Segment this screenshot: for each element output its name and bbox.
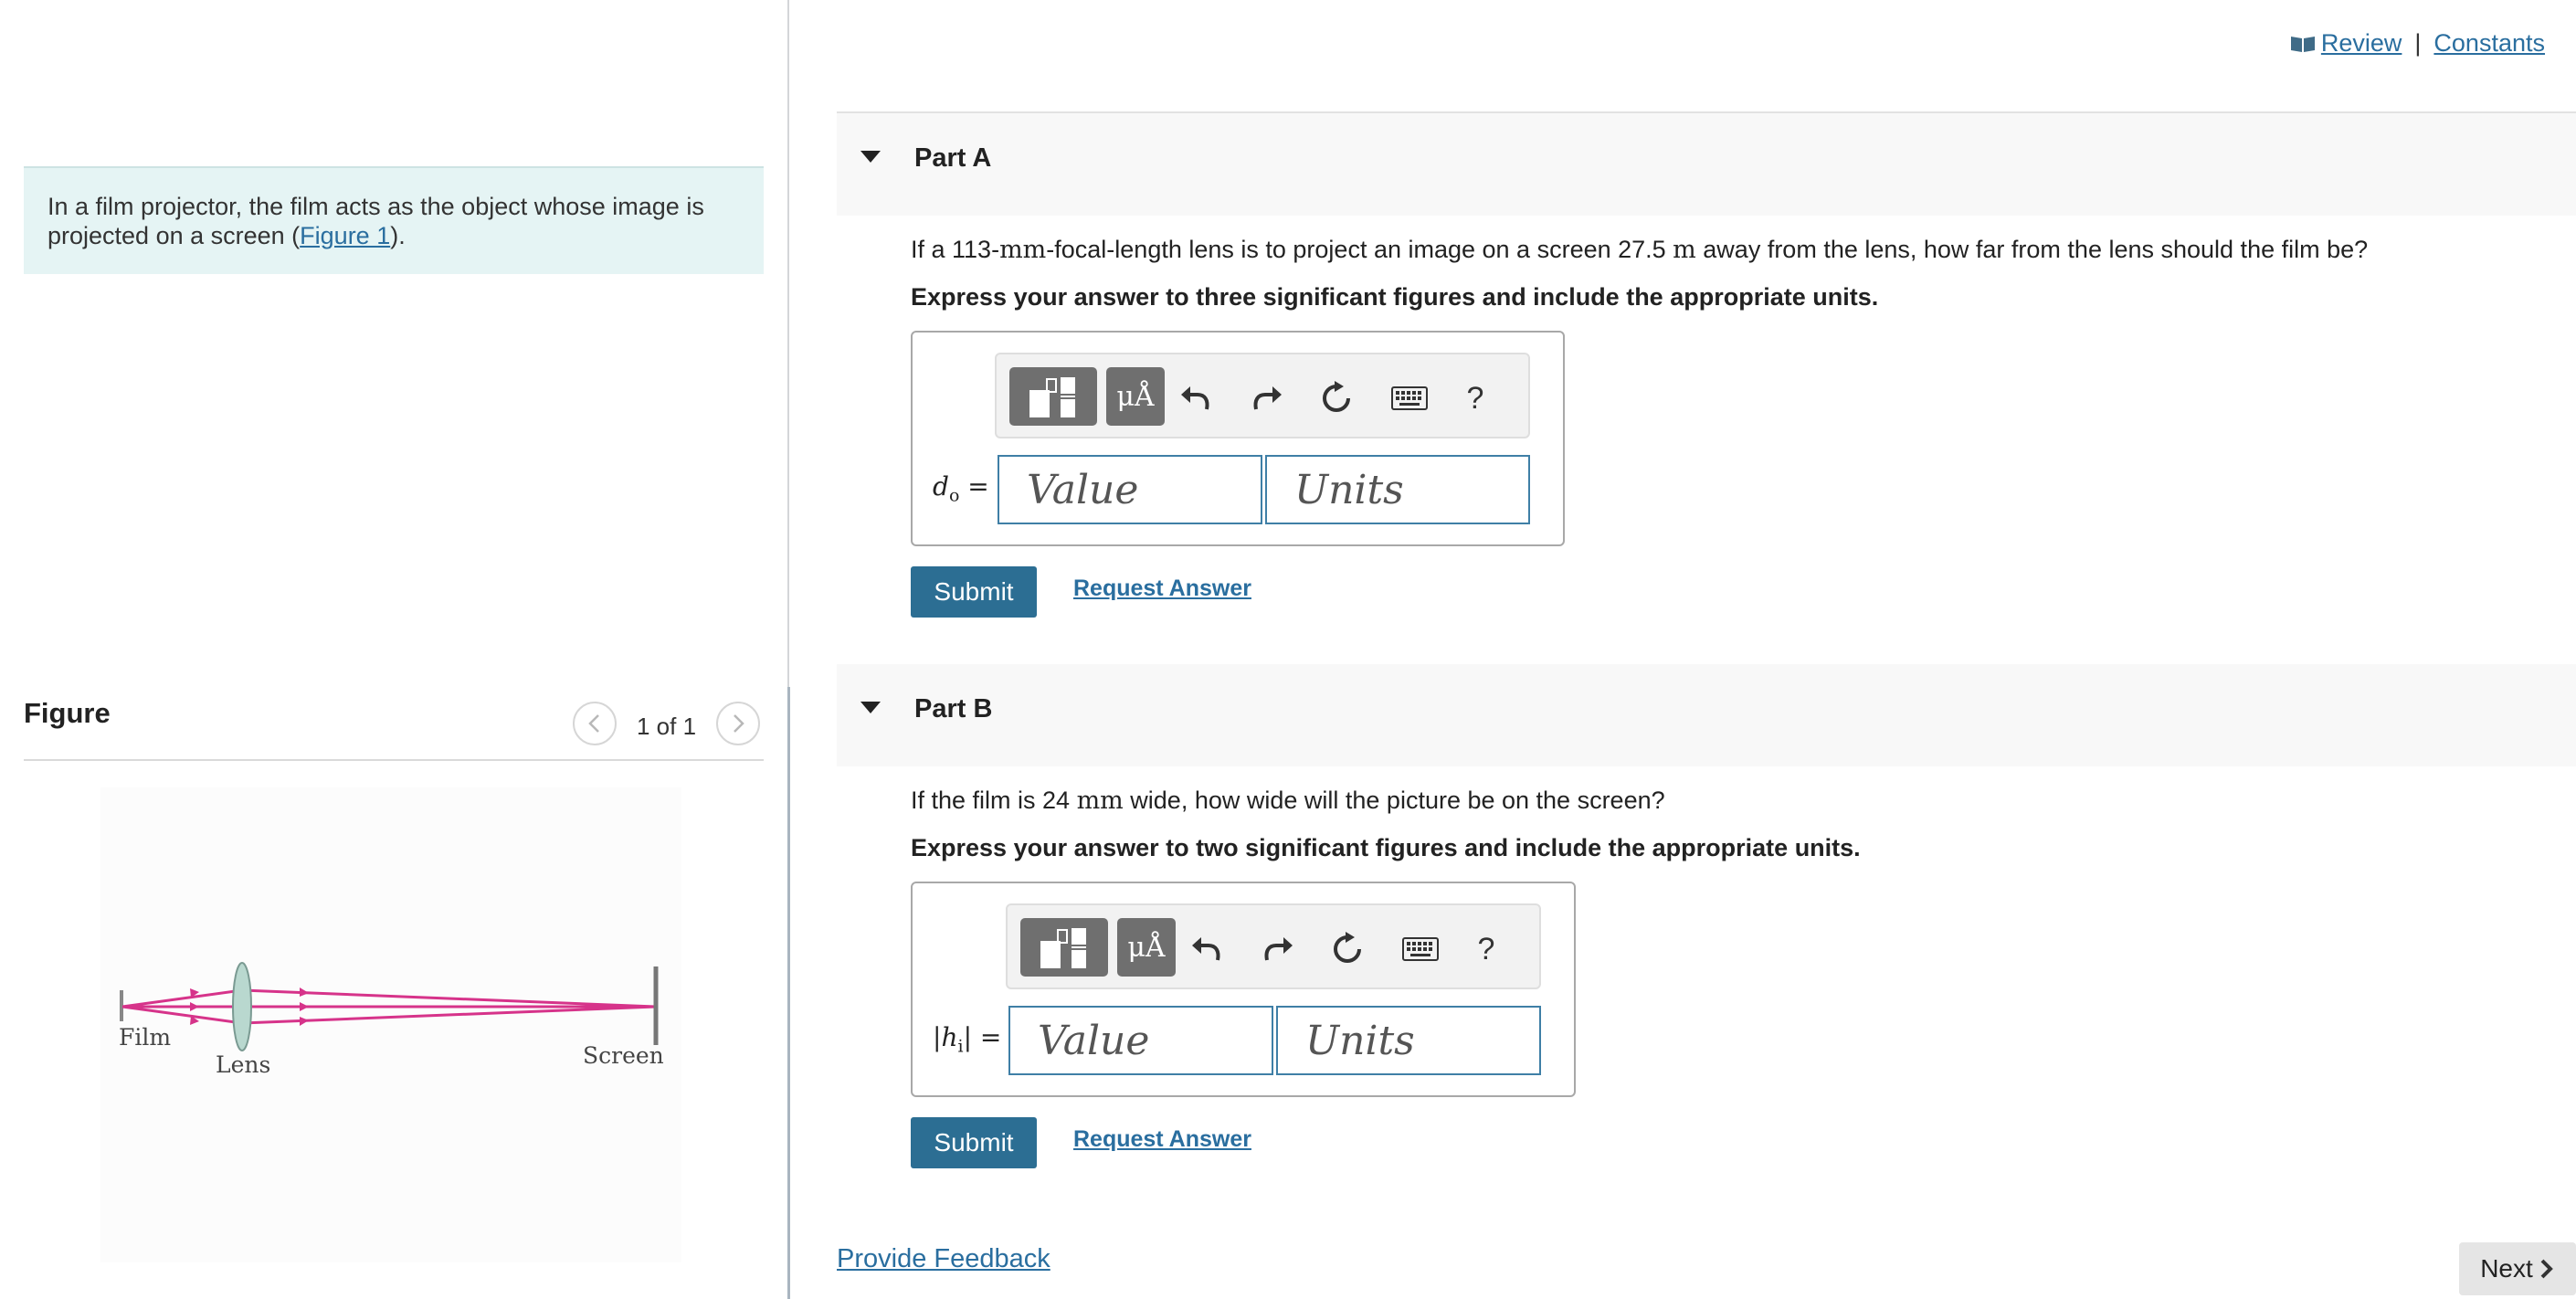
part-b-submit-button[interactable]: Submit xyxy=(911,1117,1037,1168)
part-a-instruction: Express your answer to three significant… xyxy=(911,283,1879,311)
left-pane: In a film projector, the film acts as th… xyxy=(0,0,787,1299)
lens-label: Lens xyxy=(216,1051,270,1078)
part-a-header[interactable]: Part A xyxy=(837,113,2576,216)
figure-link[interactable]: Figure 1 xyxy=(300,222,390,249)
part-b-header[interactable]: Part B xyxy=(837,664,2576,766)
part-b-units-input[interactable] xyxy=(1276,1006,1541,1075)
question-text: If the film is 24 xyxy=(911,787,1077,814)
undo-button[interactable] xyxy=(1174,376,1218,420)
help-button[interactable]: ? xyxy=(1453,376,1497,420)
film-label: Film xyxy=(119,1024,171,1051)
question-text: away from the lens, how far from the len… xyxy=(1695,236,2369,263)
units-button[interactable]: μÅ xyxy=(1117,918,1176,977)
part-b-value-input[interactable] xyxy=(1008,1006,1273,1075)
chevron-right-icon xyxy=(734,714,744,733)
unit-text: mm xyxy=(999,236,1047,264)
keyboard-button[interactable] xyxy=(1399,927,1442,971)
caret-down-icon[interactable] xyxy=(860,151,881,164)
screen-label: Screen xyxy=(583,1042,664,1069)
part-a-answer-box: μÅ ? do = xyxy=(911,331,1565,546)
part-b-question: If the film is 24 mm wide, how wide will… xyxy=(911,787,1665,815)
reset-icon xyxy=(1323,381,1350,412)
review-link[interactable]: Review xyxy=(2321,29,2402,58)
pane-divider-handle[interactable] xyxy=(787,687,790,1299)
figure-prev-button[interactable] xyxy=(573,702,617,745)
question-text: wide, how wide will the picture be on th… xyxy=(1123,787,1665,814)
part-a-submit-button[interactable]: Submit xyxy=(911,566,1037,618)
question-text: If a 113- xyxy=(911,236,1000,263)
units-button[interactable]: μÅ xyxy=(1106,367,1165,426)
light-rays xyxy=(121,988,657,1025)
templates-button[interactable] xyxy=(1020,918,1108,977)
part-b-instruction: Express your answer to two significant f… xyxy=(911,834,1861,861)
chevron-right-icon xyxy=(2540,1259,2553,1279)
figure-image: Film Lens Screen xyxy=(100,787,681,1262)
problem-intro: In a film projector, the film acts as th… xyxy=(24,166,764,274)
next-label: Next xyxy=(2480,1254,2533,1283)
part-a-value-input[interactable] xyxy=(998,455,1262,524)
equals-sign: = xyxy=(967,471,989,502)
part-b-title: Part B xyxy=(914,694,993,723)
help-button[interactable]: ? xyxy=(1464,927,1508,971)
part-a-question: If a 113-mm-focal-length lens is to proj… xyxy=(911,236,2368,264)
redo-icon xyxy=(1253,386,1282,410)
keyboard-icon xyxy=(1402,937,1439,961)
unit-text: mm xyxy=(1076,787,1124,815)
reset-icon xyxy=(1334,932,1361,963)
next-button[interactable]: Next xyxy=(2459,1242,2576,1295)
math-toolbar: μÅ ? xyxy=(1006,903,1541,989)
chevron-left-icon xyxy=(588,714,599,733)
templates-icon xyxy=(1029,377,1075,417)
intro-text-end: ). xyxy=(390,222,406,249)
part-b-answer-box: μÅ ? |hi| = xyxy=(911,882,1576,1097)
part-a-request-answer-link[interactable]: Request Answer xyxy=(1073,576,1251,602)
question-text: -focal-length lens is to project an imag… xyxy=(1046,236,1673,263)
undo-icon xyxy=(1181,386,1209,410)
reset-button[interactable] xyxy=(1325,927,1369,971)
figure-heading: Figure xyxy=(24,697,111,729)
undo-icon xyxy=(1192,937,1220,961)
keyboard-button[interactable] xyxy=(1388,376,1431,420)
figure-counter: 1 of 1 xyxy=(637,713,697,740)
book-icon xyxy=(2290,36,2315,52)
lens-shape xyxy=(232,962,252,1051)
variable-symbol: h xyxy=(941,1022,958,1052)
math-toolbar: μÅ ? xyxy=(995,353,1530,438)
caret-down-icon[interactable] xyxy=(860,702,881,714)
variable-symbol: d xyxy=(933,471,949,502)
part-a-title: Part A xyxy=(914,143,992,173)
reset-button[interactable] xyxy=(1314,376,1358,420)
part-a-variable-label: do = xyxy=(933,471,989,506)
top-links: Review | Constants xyxy=(2290,29,2545,58)
variable-subscript: o xyxy=(948,485,960,506)
provide-feedback-link[interactable]: Provide Feedback xyxy=(837,1244,1050,1274)
part-b-variable-label: |hi| = xyxy=(933,1022,1001,1057)
templates-icon xyxy=(1040,928,1086,968)
figure-next-button[interactable] xyxy=(716,702,760,745)
equals-sign: = xyxy=(979,1022,1002,1052)
figure-divider xyxy=(24,759,764,761)
constants-link[interactable]: Constants xyxy=(2433,29,2545,58)
part-b-request-answer-link[interactable]: Request Answer xyxy=(1073,1126,1251,1153)
keyboard-icon xyxy=(1391,386,1428,410)
redo-button[interactable] xyxy=(1245,376,1289,420)
unit-text: m xyxy=(1673,236,1696,264)
link-separator: | xyxy=(2414,29,2422,57)
templates-button[interactable] xyxy=(1009,367,1097,426)
redo-button[interactable] xyxy=(1256,927,1300,971)
part-a-units-input[interactable] xyxy=(1265,455,1530,524)
undo-button[interactable] xyxy=(1185,927,1229,971)
redo-icon xyxy=(1264,937,1293,961)
abs-bar: | xyxy=(963,1022,972,1052)
